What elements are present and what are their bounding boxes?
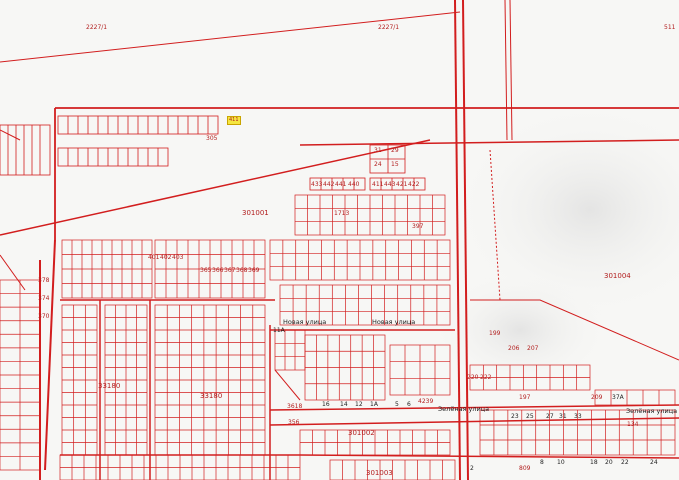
parcel-label[interactable]: 421 [396, 182, 407, 188]
parcel-label[interactable]: 18 [590, 460, 598, 466]
street-label: Зелёная улица [626, 407, 678, 415]
boundary-line [0, 254, 26, 291]
parcel-label[interactable]: 220 [467, 375, 478, 381]
quarter-label: 301002 [348, 429, 375, 437]
parcel-label[interactable]: 1713 [334, 211, 349, 217]
boundary-line [44, 239, 56, 471]
quarter-label: 33180 [200, 392, 223, 400]
road-line [509, 0, 513, 141]
quarter-label: 301003 [366, 469, 393, 477]
street-label: Новая улица [372, 318, 416, 326]
parcel-label[interactable]: 31 [374, 148, 382, 154]
parcel-label[interactable]: 134 [627, 422, 638, 428]
parcel-label[interactable]: 367 [224, 268, 235, 274]
parcel-label[interactable]: 422 [408, 182, 419, 188]
quarter-label: 301004 [604, 272, 631, 280]
parcel-label[interactable]: 22 [621, 460, 629, 466]
parcel-block [274, 329, 306, 371]
quarter-label: 33180 [98, 382, 121, 390]
parcel-label[interactable]: 37A [612, 395, 624, 401]
parcel-label[interactable]: 206 [508, 346, 519, 352]
parcel-label[interactable]: 207 [527, 346, 538, 352]
parcel-label[interactable]: 20 [605, 460, 613, 466]
parcel-label[interactable]: 365 [200, 268, 211, 274]
parcel-label[interactable]: 411 [372, 182, 383, 188]
parcel-label[interactable]: 305 [206, 136, 217, 142]
boundary-line [0, 139, 431, 236]
street-label: Зелёная улица [438, 405, 490, 413]
parcel-label[interactable]: 27 [546, 414, 554, 420]
parcel-label[interactable]: 24 [650, 460, 658, 466]
parcel-label[interactable]: 809 [519, 466, 530, 472]
parcel-label[interactable]: 33 [574, 414, 582, 420]
parcel-label[interactable]: 402 [160, 255, 171, 261]
parcel-label[interactable]: 199 [489, 331, 500, 337]
parcel-label[interactable]: 356 [288, 420, 299, 426]
road-line [299, 454, 679, 459]
parcel-label[interactable]: 31 [559, 414, 567, 420]
parcel-label[interactable]: 366 [212, 268, 223, 274]
parcel-label[interactable]: 369 [248, 268, 259, 274]
parcel-label[interactable]: 374 [38, 296, 49, 302]
parcel-label[interactable]: 401 [148, 255, 159, 261]
parcel-label[interactable]: 368 [236, 268, 247, 274]
map-lines [0, 0, 679, 480]
parcel-label[interactable]: 197 [519, 395, 530, 401]
road-line [269, 417, 679, 426]
parcel-label[interactable]: 8 [540, 460, 544, 466]
parcel-block [594, 389, 676, 406]
parcel-dividers [7, 125, 41, 175]
street-label: Новая улица [283, 318, 327, 326]
parcel-label[interactable]: 378 [38, 278, 49, 284]
parcel-dividers [67, 148, 159, 166]
parcel-label[interactable]: 3618 [287, 404, 302, 410]
selected-parcel[interactable]: 411 [227, 116, 241, 125]
quarter-label: 301001 [242, 209, 269, 217]
parcel-label[interactable]: 14 [340, 402, 348, 408]
parcel-dividers [67, 116, 209, 134]
parcel-label[interactable]: 24 [374, 162, 382, 168]
parcel-label[interactable]: 10 [557, 460, 565, 466]
block-label: 2227/1 [378, 24, 400, 31]
road-line [504, 0, 508, 141]
road-line [274, 369, 301, 401]
parcel-label[interactable]: 4239 [418, 399, 433, 405]
parcel-label[interactable]: 440 [348, 182, 359, 188]
parcel-label[interactable]: 441 [335, 182, 346, 188]
parcel-label[interactable]: 403 [172, 255, 183, 261]
parcel-label[interactable]: 12 [355, 402, 363, 408]
parcel-label[interactable]: 15 [391, 162, 399, 168]
boundary-line [0, 11, 461, 63]
boundary-line [0, 129, 21, 141]
parcel-label[interactable]: 5 [395, 402, 399, 408]
parcel-label[interactable]: 6 [407, 402, 411, 408]
parcel-row [57, 147, 169, 167]
parcel-label[interactable]: 370 [38, 314, 49, 320]
parcel-label[interactable]: 222 [480, 375, 491, 381]
parcel-label[interactable]: 25 [526, 414, 534, 420]
parcel-label[interactable]: 1A [370, 402, 378, 408]
parcel-label[interactable]: 23 [511, 414, 519, 420]
parcel-label[interactable]: 443 [384, 182, 395, 188]
parcel-label[interactable]: 209 [591, 395, 602, 401]
block-label: 2227/1 [86, 24, 108, 31]
parcel-label[interactable]: 16 [322, 402, 330, 408]
block-label: 511 [664, 24, 676, 31]
cadastral-map[interactable]: 411 2227/1 2227/1 511 301001 301004 3010… [0, 0, 679, 480]
parcel-label[interactable]: 2 [470, 466, 474, 472]
parcel-label[interactable]: 397 [412, 224, 423, 230]
parcel-label[interactable]: 442 [323, 182, 334, 188]
parcel-label[interactable]: 11A [273, 328, 285, 334]
parcel-label[interactable]: 433 [311, 182, 322, 188]
parcel-label[interactable]: 29 [391, 148, 399, 154]
parcel-row [0, 124, 51, 176]
